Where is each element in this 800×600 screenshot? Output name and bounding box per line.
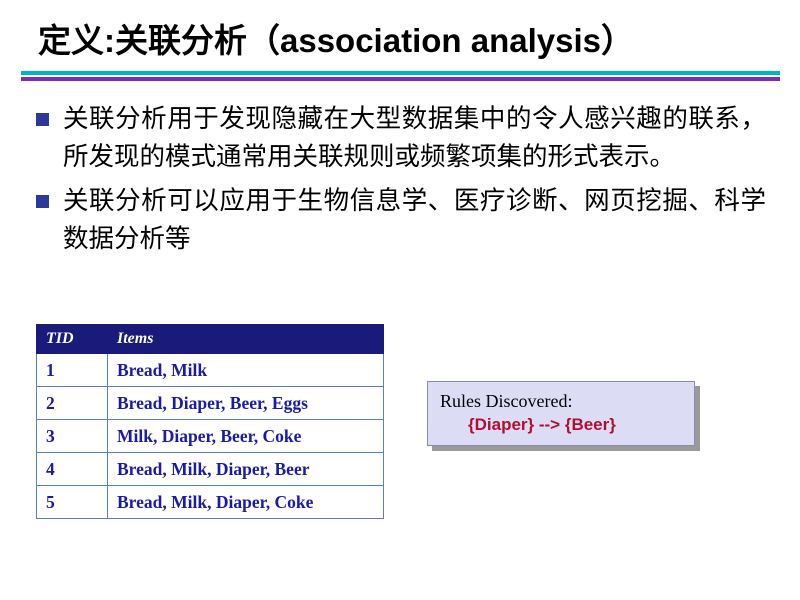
table-row: 5 Bread, Milk, Diaper, Coke bbox=[36, 485, 384, 519]
list-item: 关联分析可以应用于生物信息学、医疗诊断、网页挖掘、科学数据分析等 bbox=[36, 182, 766, 258]
slide: 定义:关联分析（association analysis） 关联分析用于发现隐藏… bbox=[0, 0, 800, 600]
table-row: 1 Bread, Milk bbox=[36, 353, 384, 387]
bullet-text: 关联分析用于发现隐藏在大型数据集中的令人感兴趣的联系，所发现的模式通常用关联规则… bbox=[63, 104, 766, 171]
cell-tid: 2 bbox=[36, 386, 108, 420]
list-item: 关联分析用于发现隐藏在大型数据集中的令人感兴趣的联系，所发现的模式通常用关联规则… bbox=[36, 100, 766, 176]
divider-purple bbox=[21, 77, 780, 81]
column-header-tid: TID bbox=[36, 324, 108, 354]
cell-items: Milk, Diaper, Beer, Coke bbox=[107, 419, 384, 453]
bullet-square-icon bbox=[36, 195, 49, 208]
cell-tid: 4 bbox=[36, 452, 108, 486]
page-title: 定义:关联分析（association analysis） bbox=[38, 22, 634, 59]
bullet-list: 关联分析用于发现隐藏在大型数据集中的令人感兴趣的联系，所发现的模式通常用关联规则… bbox=[36, 100, 766, 264]
cell-items: Bread, Milk, Diaper, Coke bbox=[107, 485, 384, 519]
callout-heading: Rules Discovered: bbox=[440, 391, 573, 411]
bullet-text: 关联分析可以应用于生物信息学、医疗诊断、网页挖掘、科学数据分析等 bbox=[63, 186, 766, 253]
cell-tid: 1 bbox=[36, 353, 108, 387]
cell-items: Bread, Milk bbox=[107, 353, 384, 387]
table-header-row: TID Items bbox=[36, 324, 384, 354]
table-row: 3 Milk, Diaper, Beer, Coke bbox=[36, 419, 384, 453]
cell-tid: 3 bbox=[36, 419, 108, 453]
divider-cyan bbox=[21, 71, 780, 75]
cell-items: Bread, Diaper, Beer, Eggs bbox=[107, 386, 384, 420]
cell-tid: 5 bbox=[36, 485, 108, 519]
transactions-table: TID Items 1 Bread, Milk 2 Bread, Diaper,… bbox=[36, 324, 384, 519]
cell-items: Bread, Milk, Diaper, Beer bbox=[107, 452, 384, 486]
bullet-square-icon bbox=[36, 113, 49, 126]
column-header-items: Items bbox=[107, 324, 384, 354]
table-row: 2 Bread, Diaper, Beer, Eggs bbox=[36, 386, 384, 420]
rules-discovered-callout: Rules Discovered: {Diaper} --> {Beer} bbox=[427, 381, 695, 446]
table-row: 4 Bread, Milk, Diaper, Beer bbox=[36, 452, 384, 486]
callout-rule: {Diaper} --> {Beer} bbox=[468, 415, 616, 434]
